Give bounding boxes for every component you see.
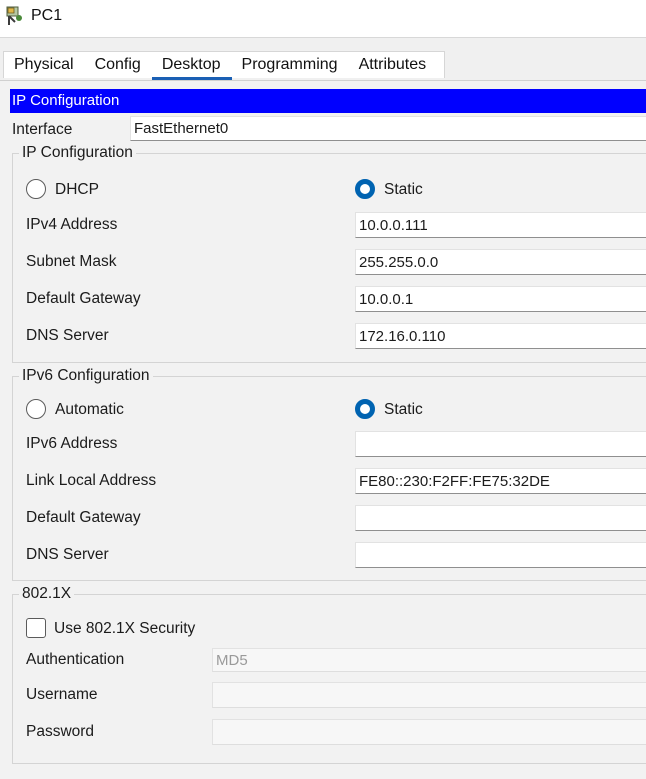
ipv6-static-radio[interactable]	[355, 399, 375, 419]
link-local-input[interactable]: FE80::230:F2FF:FE75:32DE	[355, 468, 646, 494]
dot1x-group-title: 802.1X	[19, 585, 75, 603]
ipv6-dns-input[interactable]	[355, 542, 646, 568]
pc-app-icon	[6, 6, 22, 25]
ipv6-dns-label: DNS Server	[26, 546, 109, 563]
ipv4-address-input[interactable]: 10.0.0.111	[355, 212, 646, 238]
password-input[interactable]	[212, 719, 646, 745]
ipv4-gateway-input[interactable]: 10.0.0.1	[355, 286, 646, 312]
ip-configuration-panel: IP Configuration Interface FastEthernet0…	[0, 80, 646, 779]
dhcp-label: DHCP	[55, 181, 99, 198]
window-title: PC1	[31, 7, 63, 24]
username-label: Username	[26, 686, 98, 703]
interface-select[interactable]: FastEthernet0	[130, 116, 646, 141]
ipv4-dns-label: DNS Server	[26, 327, 109, 344]
ipv4-static-radio[interactable]	[355, 179, 375, 199]
dhcp-radio[interactable]	[26, 179, 46, 199]
ipv6-static-label: Static	[384, 401, 423, 418]
ipv6-gateway-input[interactable]	[355, 505, 646, 531]
link-local-label: Link Local Address	[26, 472, 157, 489]
authentication-label: Authentication	[26, 651, 125, 668]
username-input[interactable]	[212, 682, 646, 708]
ipv4-gateway-label: Default Gateway	[26, 290, 141, 307]
tab-row: Physical Config Desktop Programming Attr…	[3, 51, 445, 80]
ipv6-automatic-radio[interactable]	[26, 399, 46, 419]
tab-attributes[interactable]: Attributes	[349, 52, 438, 78]
title-bar: PC1	[0, 0, 646, 38]
ipv4-address-label: IPv4 Address	[26, 216, 118, 233]
tab-physical[interactable]: Physical	[4, 52, 85, 78]
ipv6-group-title: IPv6 Configuration	[19, 367, 153, 385]
ipv4-dns-input[interactable]: 172.16.0.110	[355, 323, 646, 349]
tab-desktop[interactable]: Desktop	[151, 52, 232, 80]
password-label: Password	[26, 723, 95, 740]
authentication-select[interactable]: MD5	[212, 648, 646, 672]
use-8021x-checkbox[interactable]	[26, 618, 46, 638]
subnet-mask-label: Subnet Mask	[26, 253, 117, 270]
use-8021x-label: Use 802.1X Security	[54, 620, 196, 637]
ipv6-gateway-label: Default Gateway	[26, 509, 141, 526]
interface-label: Interface	[12, 121, 73, 138]
tab-programming[interactable]: Programming	[232, 52, 349, 78]
tab-config[interactable]: Config	[85, 52, 152, 78]
ipv4-group-title: IP Configuration	[19, 144, 136, 162]
ipv6-automatic-label: Automatic	[55, 401, 124, 418]
tab-strip: Physical Config Desktop Programming Attr…	[0, 38, 646, 80]
panel-banner: IP Configuration	[10, 89, 646, 113]
ipv6-address-input[interactable]	[355, 431, 646, 457]
ipv6-address-label: IPv6 Address	[26, 435, 118, 452]
subnet-mask-input[interactable]: 255.255.0.0	[355, 249, 646, 275]
ipv4-static-label: Static	[384, 181, 423, 198]
